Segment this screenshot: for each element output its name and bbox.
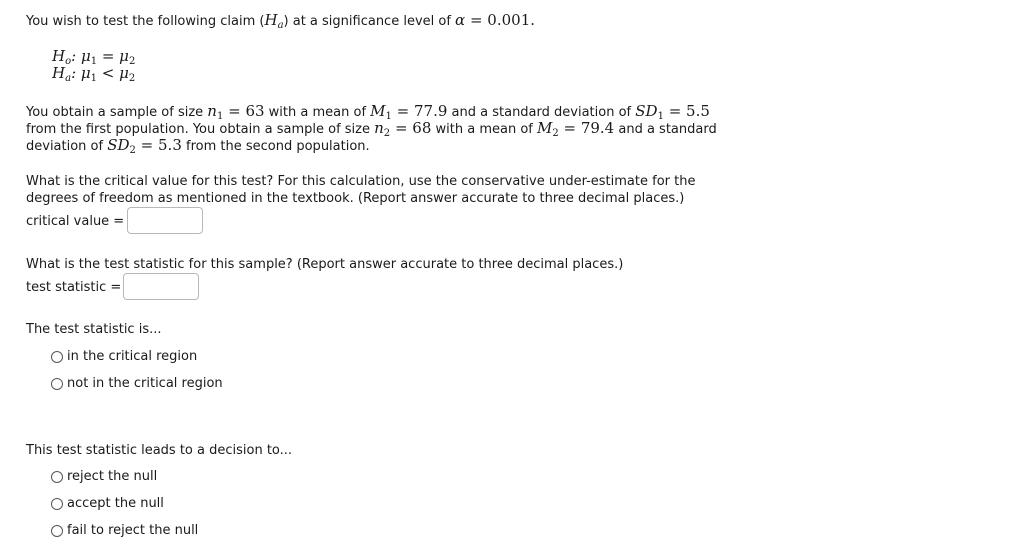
alpha-value: α = 0.001 (455, 11, 531, 29)
critical-value-label: critical value = (26, 214, 125, 229)
claim-symbol: Ha (264, 11, 284, 32)
alternative-hypothesis: Ha: μ1 < μ2 (52, 64, 136, 85)
radio-button[interactable] (51, 351, 63, 363)
sample-info-line-3: deviation of SD2 = 5.3 from the second p… (26, 136, 370, 157)
radio-option-reject-null[interactable]: reject the null (51, 469, 157, 485)
radio-option-accept-null[interactable]: accept the null (51, 496, 164, 512)
test-statistic-label: test statistic = (26, 280, 122, 295)
test-statistic-input[interactable] (123, 273, 199, 300)
option-label: reject the null (67, 469, 158, 484)
radio-button[interactable] (51, 525, 63, 537)
critical-value-question-line-1: What is the critical value for this test… (26, 174, 696, 189)
decision-question-prompt: This test statistic leads to a decision … (26, 443, 293, 458)
region-question-prompt: The test statistic is... (26, 322, 162, 337)
radio-option-not-in-critical-region[interactable]: not in the critical region (51, 376, 223, 392)
intro-text: You wish to test the following claim (Ha… (26, 12, 535, 34)
option-label: in the critical region (67, 349, 198, 364)
option-label: accept the null (67, 496, 164, 511)
critical-value-question-line-2: degrees of freedom as mentioned in the t… (26, 191, 685, 206)
radio-option-in-critical-region[interactable]: in the critical region (51, 349, 197, 365)
critical-value-input[interactable] (127, 207, 203, 234)
radio-option-fail-to-reject-null[interactable]: fail to reject the null (51, 523, 198, 539)
intro-text-part: ) at a significance level of (283, 14, 456, 29)
intro-period: . (530, 11, 536, 29)
intro-text-part: You wish to test the following claim ( (26, 14, 265, 29)
option-label: not in the critical region (67, 376, 223, 391)
test-statistic-question: What is the test statistic for this samp… (26, 257, 624, 272)
radio-button[interactable] (51, 498, 63, 510)
radio-button[interactable] (51, 378, 63, 390)
radio-button[interactable] (51, 471, 63, 483)
option-label: fail to reject the null (67, 523, 199, 538)
